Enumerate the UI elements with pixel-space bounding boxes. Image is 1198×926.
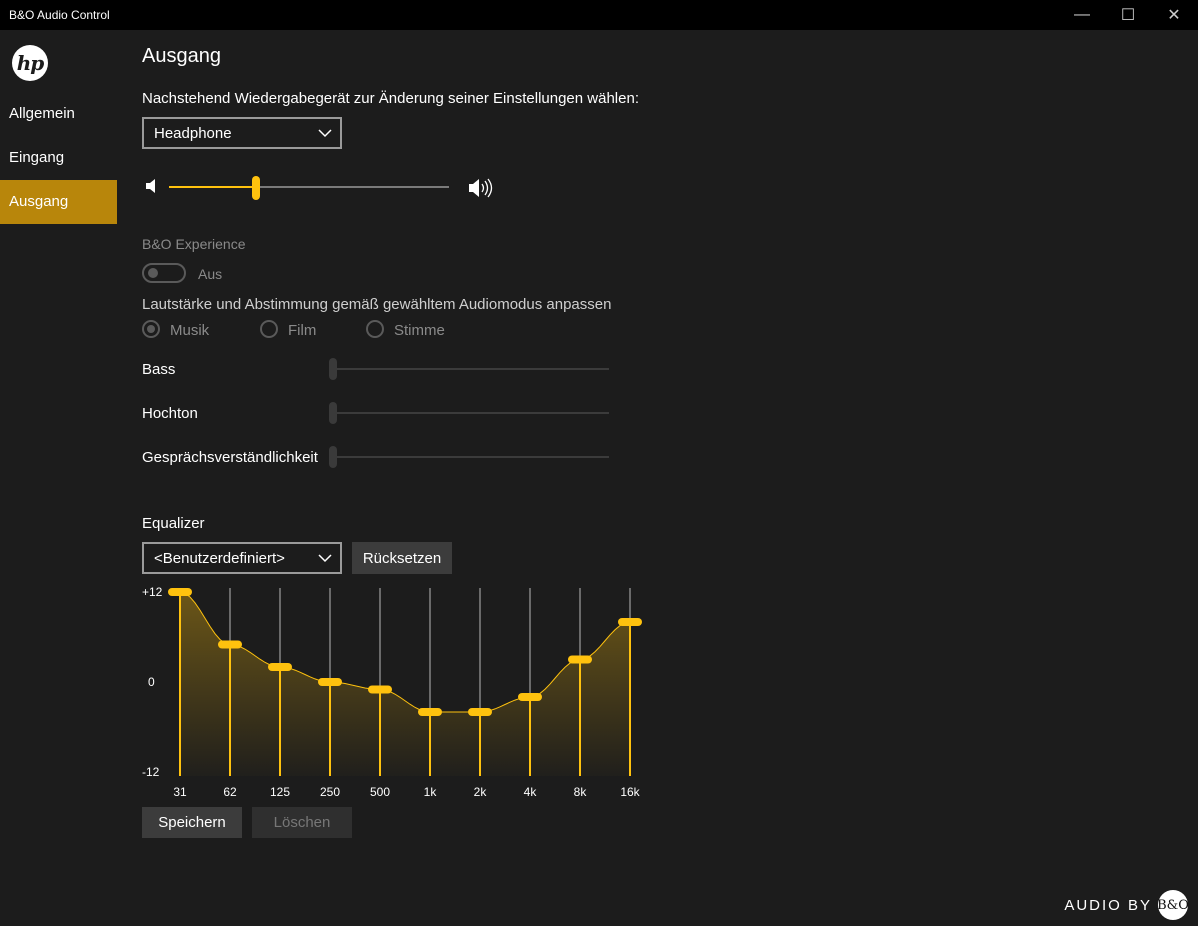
eq-thumb-16k[interactable] (618, 618, 642, 626)
sidebar-item-eingang[interactable]: Eingang (0, 136, 117, 180)
eq-thumb-4k[interactable] (518, 693, 542, 701)
footer-branding: AUDIO BY B&O (1064, 890, 1189, 920)
radio-musik[interactable] (142, 320, 160, 338)
toggle-knob (148, 268, 158, 278)
eq-xlabel-125: 125 (270, 785, 290, 799)
sidebar-item-allgemein[interactable]: Allgemein (0, 92, 117, 136)
volume-fill (169, 186, 256, 188)
volume-high-icon (469, 178, 493, 198)
eq-thumb-31[interactable] (168, 588, 192, 596)
audio-by-text: AUDIO BY (1064, 896, 1152, 914)
equalizer-chart[interactable]: +12 0 -12 31 62 125 250 500 1k 2k 4k 8k 16k (130, 580, 660, 805)
minimize-icon: — (1074, 6, 1090, 23)
volume-low-icon (146, 179, 155, 193)
eq-xlabel-62: 62 (223, 785, 237, 799)
eq-ylabel-min: -12 (142, 765, 160, 779)
reset-button[interactable]: Rücksetzen (352, 542, 452, 574)
sidebar: hp Allgemein Eingang Ausgang (0, 30, 117, 926)
eq-thumb-500[interactable] (368, 685, 392, 694)
window-title: B&O Audio Control (9, 8, 110, 22)
chevron-down-icon (318, 554, 332, 563)
maximize-button[interactable]: ☐ (1105, 0, 1151, 30)
bass-label: Bass (142, 361, 176, 378)
radio-film[interactable] (260, 320, 278, 338)
experience-label: B&O Experience (142, 236, 246, 252)
radio-dot (147, 325, 155, 333)
maximize-icon: ☐ (1120, 7, 1136, 24)
eq-area (180, 592, 630, 776)
eq-thumb-2k[interactable] (468, 708, 492, 716)
eq-xlabel-1k: 1k (424, 785, 438, 799)
mode-prompt: Lautstärke und Abstimmung gemäß gewählte… (142, 296, 612, 313)
radio-film-label: Film (288, 322, 317, 339)
volume-thumb[interactable] (251, 176, 260, 200)
minimize-button[interactable]: — (1059, 0, 1105, 30)
delete-button[interactable]: Löschen (252, 807, 352, 838)
eq-xlabel-8k: 8k (574, 785, 588, 799)
eq-ylabel-max: +12 (142, 585, 163, 599)
close-button[interactable]: ✕ (1151, 0, 1197, 30)
eq-xlabel-250: 250 (320, 785, 340, 799)
chevron-down-icon (318, 129, 332, 138)
device-dropdown[interactable]: Headphone (142, 117, 342, 149)
page-title: Ausgang (142, 45, 221, 67)
eq-thumb-125[interactable] (268, 663, 292, 671)
speech-label: Gesprächsverständlichkeit (142, 449, 318, 466)
eq-xlabel-31: 31 (173, 785, 187, 799)
eq-xlabel-4k: 4k (524, 785, 538, 799)
radio-stimme-label: Stimme (394, 322, 445, 339)
close-icon: ✕ (1167, 7, 1181, 24)
eq-xlabel-500: 500 (370, 785, 390, 799)
eq-thumb-250[interactable] (318, 678, 342, 686)
preset-dropdown[interactable]: <Benutzerdefiniert> (142, 542, 342, 574)
eq-thumb-1k[interactable] (418, 708, 442, 716)
preset-dropdown-value: <Benutzerdefiniert> (154, 550, 285, 567)
radio-stimme[interactable] (366, 320, 384, 338)
bass-slider[interactable] (333, 368, 609, 370)
eq-thumb-8k[interactable] (568, 655, 592, 664)
hochton-label: Hochton (142, 405, 198, 422)
sidebar-item-ausgang[interactable]: Ausgang (0, 180, 117, 224)
bo-logo: B&O (1157, 890, 1189, 920)
experience-toggle-text: Aus (198, 266, 223, 282)
equalizer-label: Equalizer (142, 515, 205, 532)
hochton-thumb[interactable] (329, 402, 337, 424)
device-dropdown-value: Headphone (154, 125, 232, 142)
radio-musik-label: Musik (170, 322, 210, 339)
hp-logo: hp (12, 45, 48, 81)
eq-xlabel-16k: 16k (620, 785, 640, 799)
save-button[interactable]: Speichern (142, 807, 242, 838)
eq-xlabel-2k: 2k (474, 785, 488, 799)
title-bar: B&O Audio Control — ☐ ✕ (0, 0, 1198, 30)
volume-slider[interactable] (169, 176, 449, 200)
hochton-slider[interactable] (333, 412, 609, 414)
bass-thumb[interactable] (329, 358, 337, 380)
experience-toggle[interactable] (142, 263, 186, 283)
speech-thumb[interactable] (329, 446, 337, 468)
device-prompt: Nachstehend Wiedergabegerät zur Änderung… (142, 90, 639, 107)
eq-thumb-62[interactable] (218, 640, 242, 649)
speech-slider[interactable] (333, 456, 609, 458)
eq-ylabel-zero: 0 (148, 675, 155, 689)
